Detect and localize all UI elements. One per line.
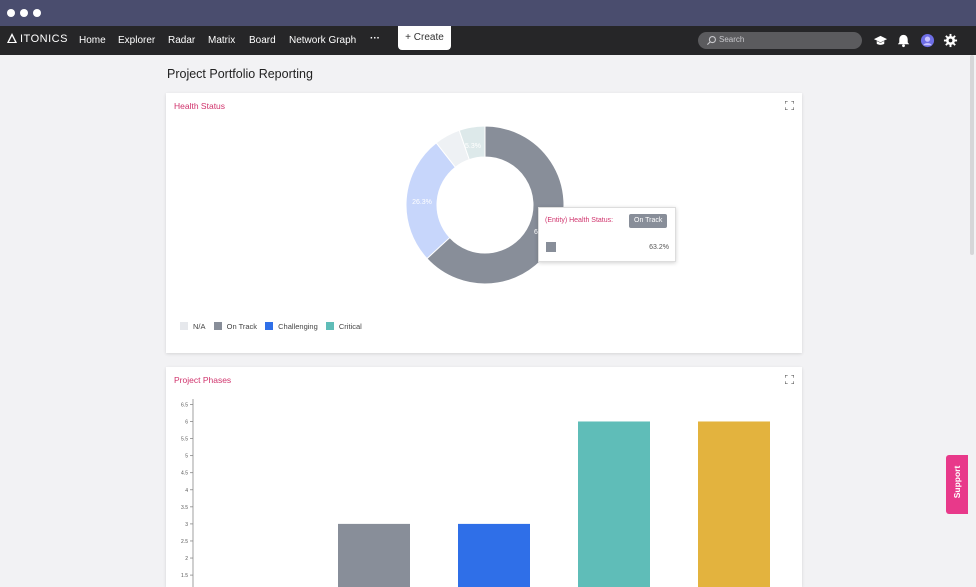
y-tick-label: 5 [185,454,188,460]
phase-bar-4[interactable] [578,421,650,587]
y-tick-label: 1.5 [181,573,188,579]
phase-bar-5[interactable] [698,421,770,587]
y-tick-label: 2.5 [181,539,188,545]
app-logo[interactable]: ITONICS [7,33,68,45]
legend-swatch [180,322,188,330]
window-dot-minimize[interactable] [20,9,28,17]
page-scrollbar[interactable] [970,55,974,255]
tooltip-swatch [546,242,556,252]
nav-more-button[interactable]: ··· [370,33,380,44]
bell-icon[interactable] [896,33,911,48]
legend-label: N/A [193,322,206,331]
legend-swatch [325,322,334,330]
page-title: Project Portfolio Reporting [167,67,313,81]
itonics-logo-icon [7,33,17,43]
support-button[interactable]: Support [946,455,968,514]
user-avatar-icon[interactable] [920,33,935,48]
academy-cap-icon[interactable] [873,33,888,48]
project-phases-card: Project Phases 11.522.533.544.555.566.5 [166,367,802,587]
search-bar[interactable]: Search [698,32,862,49]
phase-bar-2[interactable] [338,523,410,587]
nav-item-home[interactable]: Home [79,35,106,46]
health-donut-chart: 26.3% 5.3% 63 [405,125,565,285]
chart-tooltip: (Entity) Health Status: On Track 63.2% [538,207,676,262]
nav-item-network-graph[interactable]: Network Graph [289,35,356,46]
project-phases-bar-chart: 11.522.533.544.555.566.5 [181,399,770,587]
y-tick-label: 4 [185,488,188,494]
support-label: Support [952,465,962,499]
window-dot-maximize[interactable] [33,9,41,17]
gear-icon[interactable] [943,33,958,48]
search-placeholder: Search [719,35,745,44]
legend-item-challenging[interactable]: Challenging [265,322,318,331]
y-tick-label: 5.5 [181,437,188,443]
health-legend: N/A On Track Challenging Critical [180,322,368,331]
y-tick-label: 6.5 [181,402,188,408]
slice-label-critical: 5.3% [465,143,481,150]
window-dot-close[interactable] [7,9,15,17]
logo-text: ITONICS [20,33,68,45]
phase-bar-3[interactable] [458,523,530,587]
create-button[interactable]: + Create [398,26,451,50]
legend-swatch [265,322,274,330]
y-tick-label: 4.5 [181,471,188,477]
tooltip-label: (Entity) Health Status: [545,217,614,224]
search-icon [706,36,716,46]
legend-label: On Track [226,322,258,331]
legend-label: Challenging [278,322,318,331]
tooltip-badge: On Track [629,214,668,228]
legend-swatch [213,322,222,330]
legend-item-na[interactable]: N/A [180,322,206,331]
window-titlebar [0,0,976,26]
y-tick-label: 3.5 [181,505,188,511]
tooltip-value: 63.2% [649,244,669,251]
y-tick-label: 2 [185,556,188,562]
slice-label-challenging: 26.3% [412,199,432,206]
legend-label: Critical [338,322,362,331]
y-tick-label: 3 [185,522,188,528]
main-content: Project Portfolio Reporting Health Statu… [0,55,976,587]
nav-item-radar[interactable]: Radar [168,35,195,46]
health-status-card: Health Status 26.3% 5.3% 63 (Entity) Hea… [166,93,802,353]
y-tick-label: 6 [185,419,188,425]
nav-item-matrix[interactable]: Matrix [208,35,235,46]
legend-item-critical[interactable]: Critical [325,322,362,331]
nav-item-explorer[interactable]: Explorer [118,35,155,46]
legend-item-on-track[interactable]: On Track [213,322,258,331]
nav-item-board[interactable]: Board [249,35,276,46]
